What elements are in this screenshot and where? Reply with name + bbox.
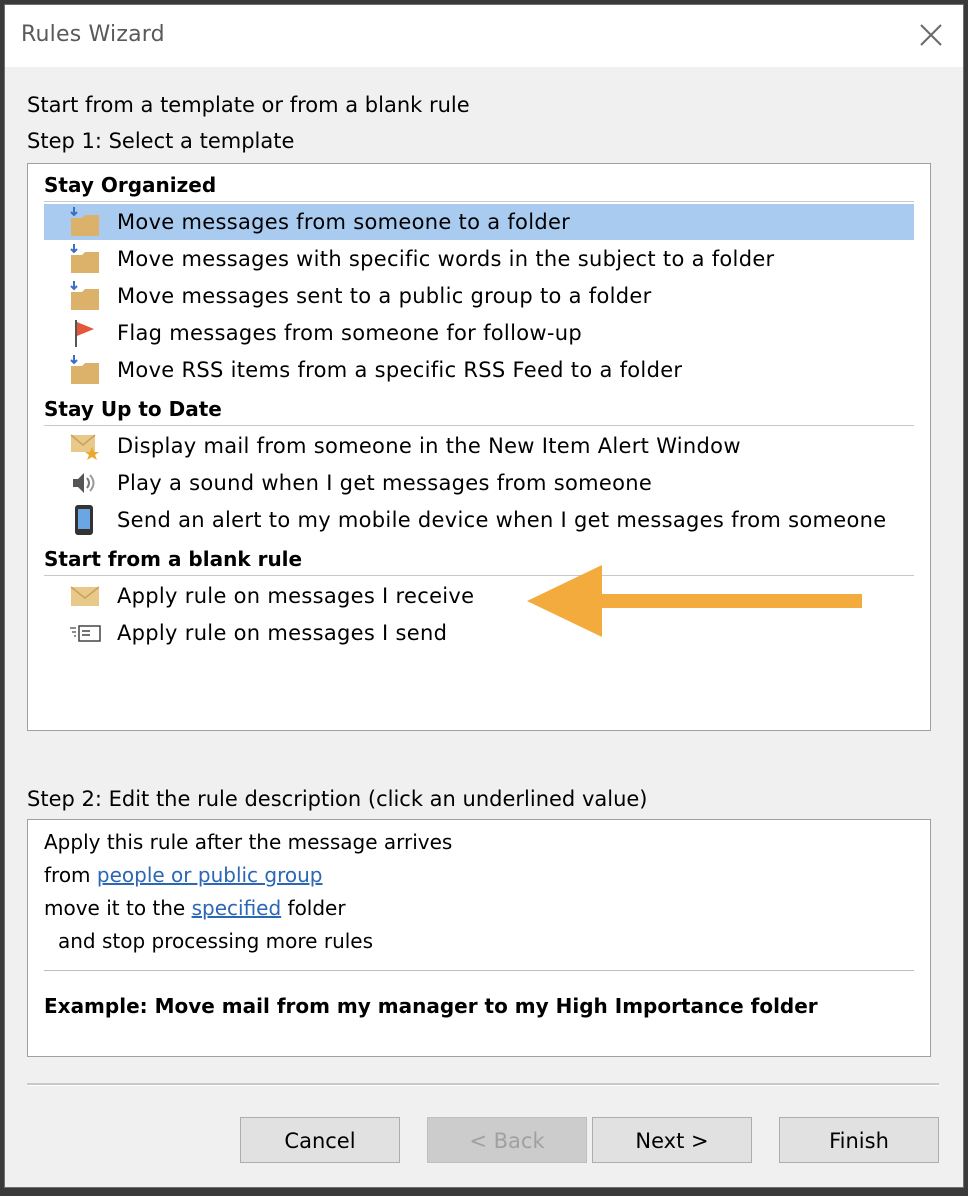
close-button[interactable]: [911, 15, 951, 55]
template-label: Apply rule on messages I send: [117, 621, 448, 645]
rule-condition-line: Apply this rule after the message arrive…: [44, 830, 453, 854]
template-label: Send an alert to my mobile device when I…: [117, 508, 887, 532]
template-move-from-someone[interactable]: Move messages from someone to a folder: [44, 204, 914, 240]
finish-button[interactable]: Finish: [779, 1117, 939, 1163]
template-label: Move messages from someone to a folder: [117, 210, 571, 234]
people-or-public-group-link[interactable]: people or public group: [97, 863, 323, 887]
template-label: Play a sound when I get messages from so…: [117, 471, 653, 495]
rule-stop-line: and stop processing more rules: [58, 929, 374, 953]
rule-from-prefix: from: [44, 863, 97, 887]
envelope-icon: [68, 580, 102, 612]
template-list[interactable]: Stay Organized Move messages from someon…: [27, 163, 931, 731]
template-move-rss[interactable]: Move RSS items from a specific RSS Feed …: [44, 352, 914, 388]
template-mobile-alert[interactable]: Send an alert to my mobile device when I…: [44, 502, 914, 538]
window-title: Rules Wizard: [21, 22, 165, 47]
step1-label: Step 1: Select a template: [27, 129, 295, 153]
specified-folder-link[interactable]: specified: [192, 896, 282, 920]
template-label: Move messages sent to a public group to …: [117, 284, 652, 308]
mobile-device-icon: [68, 504, 102, 536]
template-flag-follow-up[interactable]: Flag messages from someone for follow-up: [44, 315, 914, 351]
template-label: Display mail from someone in the New Ite…: [117, 434, 741, 458]
group-header-stay-up-to-date: Stay Up to Date: [44, 394, 914, 426]
flag-icon: [68, 317, 102, 349]
move-to-folder-icon: [68, 243, 102, 275]
footer-divider: [27, 1083, 939, 1086]
rules-wizard-dialog: Rules Wizard Start from a template or fr…: [4, 4, 964, 1188]
template-label: Move RSS items from a specific RSS Feed …: [117, 358, 683, 382]
rule-action-prefix: move it to the: [44, 896, 192, 920]
description-divider: [44, 970, 914, 971]
template-label: Flag messages from someone for follow-up: [117, 321, 582, 345]
rule-example-text: Example: Move mail from my manager to my…: [44, 994, 818, 1018]
speaker-icon: [68, 467, 102, 499]
title-bar: Rules Wizard: [5, 5, 963, 67]
template-label: Apply rule on messages I receive: [117, 584, 475, 608]
next-button[interactable]: Next >: [592, 1117, 752, 1163]
move-to-folder-icon: [68, 280, 102, 312]
intro-text: Start from a template or from a blank ru…: [27, 93, 470, 117]
group-header-stay-organized: Stay Organized: [44, 170, 914, 202]
template-label: Move messages with specific words in the…: [117, 247, 775, 271]
send-mail-icon: [68, 617, 102, 649]
close-icon: [920, 24, 942, 46]
cancel-button[interactable]: Cancel: [240, 1117, 400, 1163]
template-new-item-alert[interactable]: Display mail from someone in the New Ite…: [44, 428, 914, 464]
annotation-arrow-icon: [527, 565, 862, 637]
rule-action-line: move it to the specified folder: [44, 896, 346, 920]
template-move-specific-words[interactable]: Move messages with specific words in the…: [44, 241, 914, 277]
move-to-folder-icon: [68, 206, 102, 238]
rule-action-suffix: folder: [281, 896, 346, 920]
new-mail-alert-icon: [68, 430, 102, 462]
template-play-sound[interactable]: Play a sound when I get messages from so…: [44, 465, 914, 501]
rule-from-line: from people or public group: [44, 863, 323, 887]
template-move-public-group[interactable]: Move messages sent to a public group to …: [44, 278, 914, 314]
move-to-folder-icon: [68, 354, 102, 386]
rule-description-box: Apply this rule after the message arrive…: [27, 819, 931, 1057]
back-button[interactable]: < Back: [427, 1117, 587, 1163]
step2-label: Step 2: Edit the rule description (click…: [27, 787, 648, 811]
